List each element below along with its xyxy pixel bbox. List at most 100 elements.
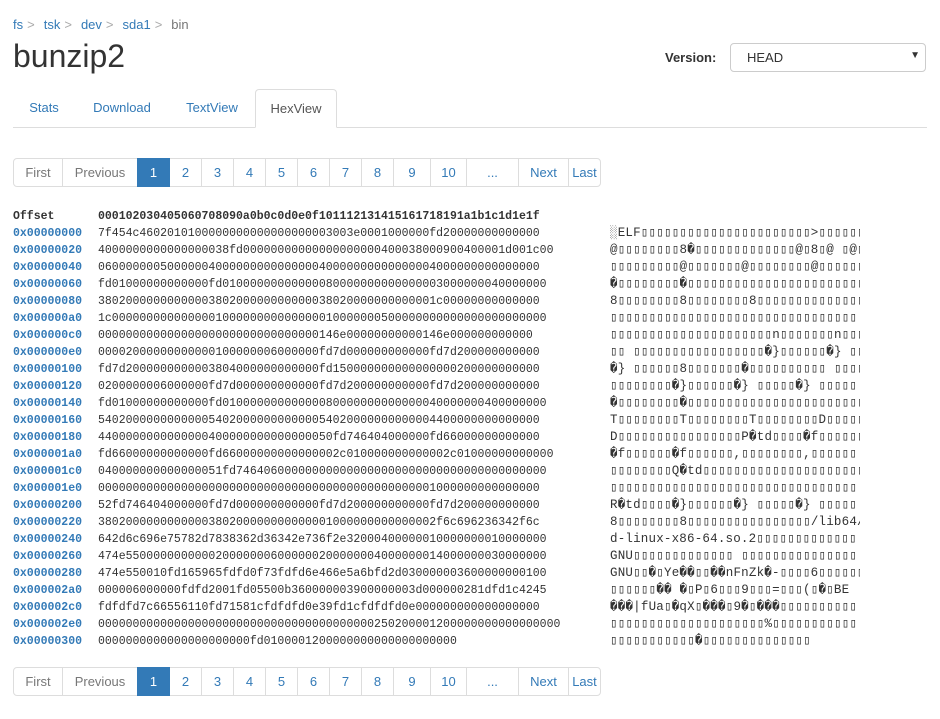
offset-link[interactable]: 0x00000260	[13, 548, 82, 565]
top-page-6[interactable]: 6	[297, 158, 330, 187]
ascii-text: ▯▯▯▯▯▯▯▯▯▯▯�▯▯▯▯▯▯▯▯▯▯▯▯▯▯	[610, 634, 811, 648]
ascii-text: R�td▯▯▯▯�}▯▯▯▯▯▯�} ▯▯▯▯▯�} ▯▯▯▯▯	[610, 498, 858, 512]
top-page-previous[interactable]: Previous	[62, 158, 138, 187]
tab-stats[interactable]: Stats	[13, 89, 75, 128]
bottom-page-8[interactable]: 8	[361, 667, 394, 696]
offset-link[interactable]: 0x00000100	[13, 361, 82, 378]
hex-bytes: 642d6c696e75782d7838362d36342e736f2e3200…	[98, 533, 547, 546]
hex-bytes: 00002000000000000100000006000000fd7d0000…	[98, 346, 540, 359]
offset-link[interactable]: 0x00000240	[13, 531, 82, 548]
tab-download[interactable]: Download	[75, 89, 169, 128]
offset-link[interactable]: 0x000002a0	[13, 582, 82, 599]
column-header: 000102030405060708090a0b0c0d0e0f10111213…	[98, 210, 540, 223]
offset-link[interactable]: 0x000001e0	[13, 480, 82, 497]
pagination-top: First Previous 1 2 3 4 5 6 7 8 9 10... Next Last	[13, 158, 601, 187]
offset-link[interactable]: 0x000000e0	[13, 344, 82, 361]
offset-link[interactable]: 0x00000280	[13, 565, 82, 582]
hex-row: 0x00000000 7f454c460201010000000000000000…	[13, 225, 860, 242]
top-page-9[interactable]: 9	[393, 158, 431, 187]
ascii-text: @▯▯▯▯▯▯▯▯8�▯▯▯▯▯▯▯▯▯▯▯▯▯@▯8▯@ ▯@▯▯▯▯▯▯	[610, 243, 860, 257]
bottom-page-1[interactable]: 1	[137, 667, 170, 696]
bottom-page-3[interactable]: 3	[201, 667, 234, 696]
breadcrumb-separator: >	[154, 17, 163, 32]
top-page-1[interactable]: 1	[137, 158, 170, 187]
bottom-page-2[interactable]: 2	[169, 667, 202, 696]
breadcrumb-item-tsk[interactable]: tsk	[44, 17, 61, 32]
bottom-page-9[interactable]: 9	[393, 667, 431, 696]
breadcrumb-item-fs[interactable]: fs	[13, 17, 23, 32]
hex-row: 0x00000080 380200000000000038020000000000…	[13, 293, 860, 310]
bottom-page-last[interactable]: Last	[568, 667, 601, 696]
offset-link[interactable]: 0x000000c0	[13, 327, 82, 344]
offset-link[interactable]: 0x00000200	[13, 497, 82, 514]
top-page-first[interactable]: First	[13, 158, 63, 187]
offset-link[interactable]: 0x00000160	[13, 412, 82, 429]
top-page-last[interactable]: Last	[568, 158, 601, 187]
top-page-8[interactable]: 8	[361, 158, 394, 187]
hex-bytes: 5402000000000000540200000000000054020000…	[98, 414, 540, 427]
top-page-next[interactable]: Next	[518, 158, 569, 187]
top-page-3[interactable]: 3	[201, 158, 234, 187]
offset-link[interactable]: 0x000000a0	[13, 310, 82, 327]
tab-hexview[interactable]: HexView	[255, 89, 337, 128]
ascii-text: GNU▯▯▯▯▯▯▯▯▯▯▯▯▯ ▯▯▯▯▯▯▯▯▯▯▯▯▯▯▯	[610, 549, 858, 563]
bottom-page-6[interactable]: 6	[297, 667, 330, 696]
offset-link[interactable]: 0x00000060	[13, 276, 82, 293]
top-page-2[interactable]: 2	[169, 158, 202, 187]
ascii-text: ▯▯▯▯▯▯�� �▯P▯6▯▯▯9▯▯▯=▯▯▯(▯�▯BE	[610, 583, 850, 597]
bottom-page-10[interactable]: 10	[430, 667, 467, 696]
offset-link[interactable]: 0x00000080	[13, 293, 82, 310]
dropdown-arrow-icon: ▼	[910, 50, 920, 61]
hex-row: 0x00000060 fd01000000000000fd010000000000…	[13, 276, 860, 293]
offset-link[interactable]: 0x00000020	[13, 242, 82, 259]
offset-link[interactable]: 0x00000220	[13, 514, 82, 531]
hex-row: 0x00000100 fd7d20000000000038040000000000…	[13, 361, 860, 378]
top-page-7[interactable]: 7	[329, 158, 362, 187]
hex-bytes: 7f454c4602010100000000000000000003003e00…	[98, 227, 540, 240]
offset-link[interactable]: 0x000001c0	[13, 463, 82, 480]
hex-row: 0x00000160 540200000000000054020000000000…	[13, 412, 860, 429]
bottom-page-next[interactable]: Next	[518, 667, 569, 696]
breadcrumb-item-dev[interactable]: dev	[81, 17, 102, 32]
hex-bytes: 0600000005000000400000000000000040000000…	[98, 261, 540, 274]
hex-row: 0x00000240 642d6c696e75782d7838362d36342e…	[13, 531, 857, 548]
hex-bytes: 1c00000000000000010000000000000001000000…	[98, 312, 547, 325]
offset-link[interactable]: 0x000001a0	[13, 446, 82, 463]
offset-link[interactable]: 0x00000000	[13, 225, 82, 242]
hex-bytes: 4400000000000000400000000000000050fd7464…	[98, 431, 540, 444]
tab-textview[interactable]: TextView	[169, 89, 255, 128]
breadcrumb-item-bin: bin	[171, 17, 189, 32]
hex-header-row: Offset 000102030405060708090a0b0c0d0e0f1…	[13, 208, 540, 225]
ascii-text: ░ELF▯▯▯▯▯▯▯▯▯▯▯▯▯▯▯▯▯▯▯▯▯▯>▯▯▯▯▯▯� ▯▯▯▯▯…	[610, 226, 860, 240]
bottom-page-4[interactable]: 4	[233, 667, 266, 696]
offset-link[interactable]: 0x00000180	[13, 429, 82, 446]
top-page-5[interactable]: 5	[265, 158, 298, 187]
version-select[interactable]: HEAD ▼	[730, 43, 926, 72]
hex-bytes: fd7d2000000000003804000000000000fd150000…	[98, 363, 540, 376]
ascii-text: �} ▯▯▯▯▯▯8▯▯▯▯▯▯▯�▯▯▯▯▯▯▯▯▯▯ ▯▯▯▯▯	[610, 362, 860, 376]
hex-bytes: 52fd746404000000fd7d000000000000fd7d2000…	[98, 499, 540, 512]
hex-bytes: 0200000006000000fd7d000000000000fd7d2000…	[98, 380, 540, 393]
offset-link[interactable]: 0x00000040	[13, 259, 82, 276]
hex-bytes: 4000000000000000038fd0000000000000000000…	[98, 244, 554, 257]
bottom-page-first[interactable]: First	[13, 667, 63, 696]
hex-bytes: 0000000000000000000000000000000000000000…	[98, 618, 561, 631]
breadcrumb-item-sda1[interactable]: sda1	[123, 17, 151, 32]
offset-link[interactable]: 0x00000300	[13, 633, 82, 650]
offset-header: Offset	[13, 210, 55, 223]
hex-row: 0x000000c0 000000000000000000000000000000…	[13, 327, 860, 344]
bottom-page-previous[interactable]: Previous	[62, 667, 138, 696]
ascii-text: D▯▯▯▯▯▯▯▯▯▯▯▯▯▯▯▯P�td▯▯▯▯�f▯▯▯▯▯▯	[610, 430, 860, 444]
offset-link[interactable]: 0x000002c0	[13, 599, 82, 616]
top-page-4[interactable]: 4	[233, 158, 266, 187]
hex-row: 0x000002a0 000006000000fdfd2001fd05500b36…	[13, 582, 849, 599]
offset-link[interactable]: 0x00000120	[13, 378, 82, 395]
offset-link[interactable]: 0x00000140	[13, 395, 82, 412]
hex-view: Offset 000102030405060708090a0b0c0d0e0f1…	[13, 208, 860, 650]
bottom-page-7[interactable]: 7	[329, 667, 362, 696]
offset-link[interactable]: 0x000002e0	[13, 616, 82, 633]
top-page-10[interactable]: 10	[430, 158, 467, 187]
hex-bytes: fdfdfd7c66556110fd71581cfdfdfd0e39fd1cfd…	[98, 601, 540, 614]
breadcrumb-separator: >	[64, 17, 72, 32]
bottom-page-5[interactable]: 5	[265, 667, 298, 696]
